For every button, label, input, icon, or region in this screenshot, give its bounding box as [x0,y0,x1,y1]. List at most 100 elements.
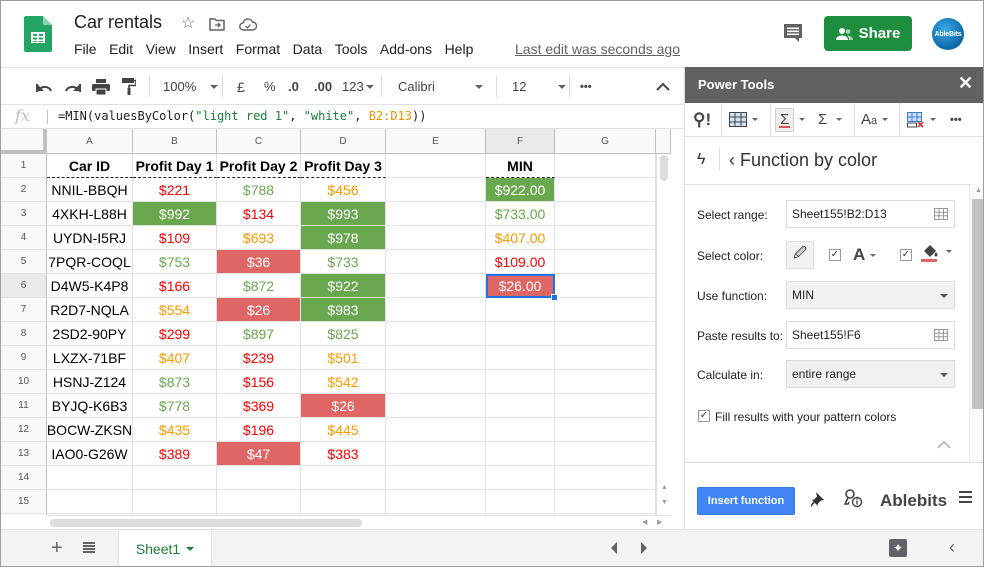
empty-cell[interactable] [386,178,486,202]
row-header[interactable]: 4 [1,226,47,250]
car-id-cell[interactable]: BYJQ-K6B3 [47,394,133,418]
share-button[interactable]: Share [824,16,912,51]
empty-cell[interactable] [486,466,555,490]
scroll-right-arrow-icon[interactable]: ▶ [657,518,662,526]
column-header-f[interactable]: F [486,129,555,154]
profit-cell[interactable]: $166 [133,274,217,298]
more-tools-button[interactable]: ••• [950,103,962,136]
empty-cell[interactable] [47,466,133,490]
empty-cell[interactable] [133,466,217,490]
profit-cell[interactable]: $26 [217,298,301,322]
star-icon[interactable]: ☆ [181,14,195,34]
print-button[interactable] [92,68,110,105]
fill-results-checkbox[interactable]: ✓ [698,410,710,422]
profit-cell[interactable]: $897 [217,322,301,346]
profit-cell[interactable]: $196 [217,418,301,442]
text-tools-button[interactable]: Aa [861,103,889,136]
menu-insert[interactable]: Insert [188,41,230,57]
scroll-tabs-left-icon[interactable] [611,542,617,554]
empty-cell[interactable] [555,226,656,250]
car-id-cell[interactable]: BOCW-ZKSN [47,418,133,442]
cloud-saved-icon[interactable] [239,17,258,31]
car-id-cell[interactable]: 4XKH-L88H [47,202,133,226]
profit-cell[interactable]: $992 [133,202,217,226]
font-family-select[interactable]: Calibri [398,68,483,105]
empty-cell[interactable] [386,346,486,370]
row-header[interactable]: 5 [1,250,47,274]
min-result-cell[interactable]: $407.00 [486,226,555,250]
profit-cell[interactable]: $993 [301,202,386,226]
car-id-cell[interactable]: LXZX-71BF [47,346,133,370]
profit-cell[interactable]: $435 [133,418,217,442]
car-id-cell[interactable]: NNIL-BBQH [47,178,133,202]
scroll-left-arrow-icon[interactable]: ◀ [642,518,647,526]
formulas-button[interactable]: Σ [818,103,843,136]
scroll-up-arrow-icon[interactable]: ▲ [975,187,982,194]
min-result-cell[interactable] [486,370,555,394]
empty-cell[interactable] [555,322,656,346]
format-currency-button[interactable]: £ [237,68,245,105]
menu-add-ons[interactable]: Add-ons [380,41,439,57]
profit-cell[interactable]: $445 [301,418,386,442]
profit-cell[interactable]: $47 [217,442,301,466]
panel-scroll-thumb[interactable] [972,199,983,409]
min-result-cell[interactable] [486,346,555,370]
all-sheets-list-icon[interactable] [83,542,95,553]
empty-cell[interactable] [555,466,656,490]
profit-cell[interactable]: $389 [133,442,217,466]
profit-cell[interactable]: $983 [301,298,386,322]
empty-cell[interactable] [386,322,486,346]
collapse-toolbar-button[interactable] [656,68,670,105]
header-cell[interactable]: Profit Day 1 [133,154,217,178]
fill-color-checkbox[interactable]: ✓ [900,249,912,261]
formula-input[interactable]: =MIN(valuesByColor("light red 1", "white… [58,109,427,123]
collapse-options-icon[interactable] [937,441,951,449]
car-id-cell[interactable]: D4W5-K4P8 [47,274,133,298]
profit-cell[interactable]: $383 [301,442,386,466]
profit-cell[interactable]: $26 [301,394,386,418]
min-result-cell[interactable] [486,394,555,418]
empty-cell[interactable] [386,202,486,226]
find-tool-button[interactable]: ⚲! [693,103,711,136]
fill-color-button[interactable] [921,244,952,267]
merge-tables-button[interactable] [729,103,758,136]
profit-cell[interactable]: $456 [301,178,386,202]
min-result-cell[interactable]: $733.00 [486,202,555,226]
menu-data[interactable]: Data [293,41,329,57]
empty-cell[interactable] [555,298,656,322]
select-range-input[interactable]: Sheet155!B2:D13 [786,200,955,228]
calculate-in-select[interactable]: entire range [786,360,955,388]
empty-cell[interactable] [386,418,486,442]
empty-cell[interactable] [386,298,486,322]
empty-cell[interactable] [555,418,656,442]
row-header[interactable]: 1 [1,154,47,178]
empty-cell[interactable] [217,466,301,490]
eyedropper-button[interactable]: 🖉 [786,241,814,269]
empty-cell[interactable] [386,226,486,250]
empty-cell[interactable] [133,490,217,514]
more-toolbar-button[interactable]: ••• [580,68,592,105]
car-id-cell[interactable]: HSNJ-Z124 [47,370,133,394]
profit-cell[interactable]: $36 [217,250,301,274]
menu-file[interactable]: File [74,41,103,57]
profit-cell[interactable]: $778 [133,394,217,418]
header-cell[interactable]: Profit Day 3 [301,154,386,178]
vertical-scroll-thumb[interactable] [660,155,668,181]
row-header[interactable]: 14 [1,466,47,490]
empty-cell[interactable] [47,490,133,514]
column-header-c[interactable]: C [217,129,301,154]
row-header[interactable]: 15 [1,490,47,514]
profit-cell[interactable]: $299 [133,322,217,346]
profit-cell[interactable]: $693 [217,226,301,250]
account-avatar[interactable]: AbleBits [932,18,964,50]
profit-cell[interactable]: $753 [133,250,217,274]
profit-cell[interactable]: $922 [301,274,386,298]
horizontal-scrollbar[interactable]: ◀ ▶ [47,515,671,529]
profit-cell[interactable]: $554 [133,298,217,322]
empty-cell[interactable] [486,490,555,514]
row-header[interactable]: 13 [1,442,47,466]
row-header[interactable]: 6 [1,274,47,298]
header-cell[interactable]: Car ID [47,154,133,178]
empty-cell[interactable] [386,466,486,490]
format-percent-button[interactable]: % [264,68,276,105]
